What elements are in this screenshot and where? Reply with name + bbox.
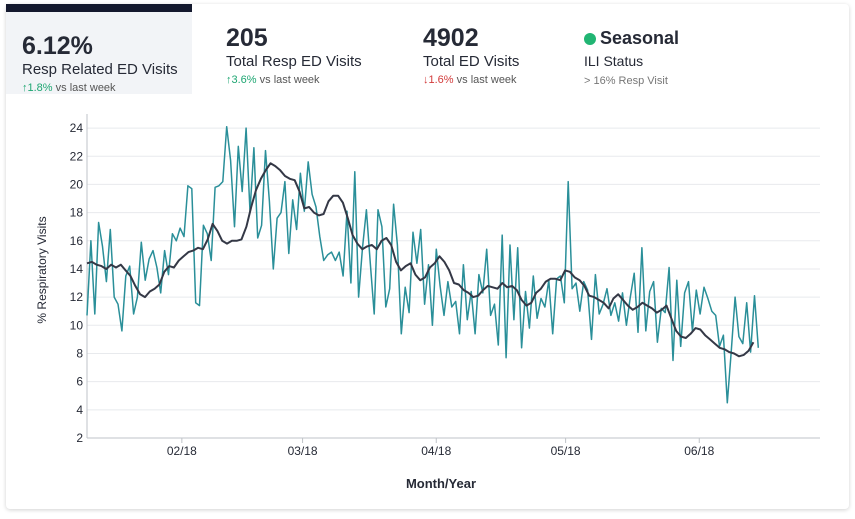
y-tick-label: 24 [70, 121, 84, 135]
x-axis-label: Month/Year [406, 476, 476, 491]
y-axis: 24681012141618202224 [70, 114, 88, 445]
y-tick-label: 22 [70, 149, 84, 163]
x-tick-label: 03/18 [288, 444, 318, 458]
y-tick-label: 6 [76, 375, 83, 389]
y-tick-label: 8 [76, 346, 83, 360]
y-axis-label: % Respiratory Visits [35, 216, 49, 323]
y-tick-label: 18 [70, 206, 84, 220]
x-tick-label: 02/18 [167, 444, 197, 458]
x-tick-label: 05/18 [551, 444, 581, 458]
y-tick-label: 2 [76, 431, 83, 445]
y-tick-label: 14 [70, 262, 84, 276]
y-tick-label: 10 [70, 318, 84, 332]
daily-line [86, 125, 760, 404]
x-tick-label: 06/18 [684, 444, 714, 458]
line-chart: 24681012141618202224 02/18 03/18 04/18 05/1… [35, 114, 820, 491]
x-tick-label: 04/18 [421, 444, 451, 458]
x-axis: 02/18 03/18 04/18 05/18 06/18 [87, 437, 820, 458]
y-tick-label: 16 [70, 234, 84, 248]
y-tick-label: 20 [70, 177, 84, 191]
y-tick-label: 4 [76, 403, 83, 417]
series [86, 125, 760, 404]
y-tick-label: 12 [70, 290, 84, 304]
